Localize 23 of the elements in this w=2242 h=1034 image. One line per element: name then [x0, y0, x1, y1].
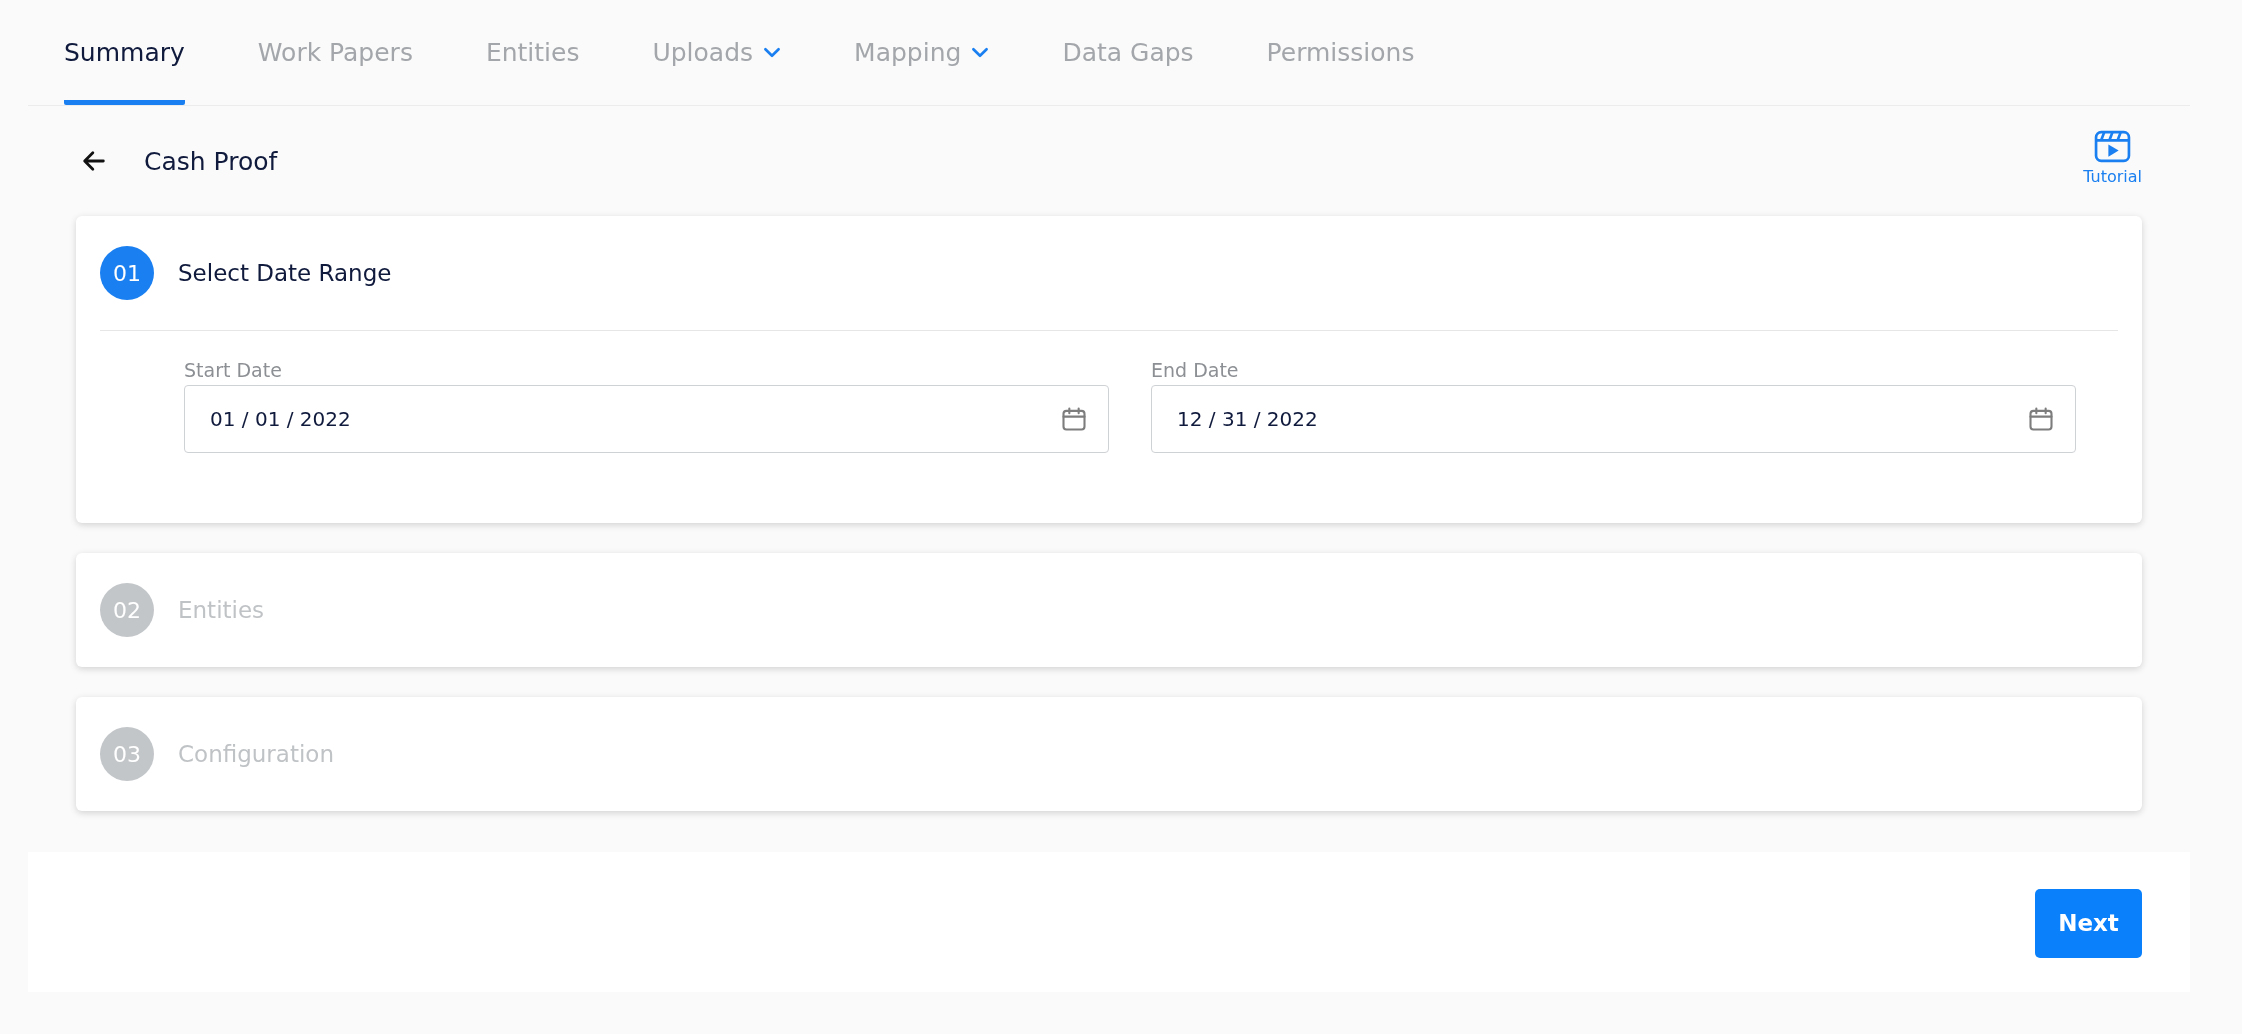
tab[interactable]: Data Gaps — [1062, 8, 1194, 105]
date-field[interactable]: 12 / 31 / 2022 — [1151, 385, 2076, 453]
step-title: Configuration — [178, 741, 334, 767]
tab[interactable]: Summary — [64, 8, 185, 105]
date-field[interactable]: 01 / 01 / 2022 — [184, 385, 1109, 453]
field-label: End Date — [1151, 359, 1240, 381]
tutorial-label[interactable]: Tutorial — [2083, 167, 2142, 186]
step-number: 02 — [100, 583, 154, 637]
page-title: Cash Proof — [144, 146, 279, 176]
step-number: 03 — [100, 727, 154, 781]
tab[interactable]: Mapping — [854, 8, 990, 105]
calendar-icon[interactable] — [1060, 405, 1088, 433]
step-number: 01 — [100, 246, 154, 300]
step-title: Select Date Range — [178, 260, 392, 286]
next-button[interactable]: Next — [2035, 888, 2142, 958]
field-label: Start Date — [184, 359, 283, 381]
video-play-icon[interactable] — [2094, 130, 2132, 163]
step-title: Entities — [178, 597, 265, 623]
calendar-icon[interactable] — [2027, 405, 2055, 433]
tab[interactable]: Entities — [485, 8, 580, 105]
tab[interactable]: Work Papers — [257, 8, 413, 105]
tab[interactable]: Permissions — [1266, 8, 1415, 105]
tab[interactable]: Uploads — [652, 8, 782, 105]
